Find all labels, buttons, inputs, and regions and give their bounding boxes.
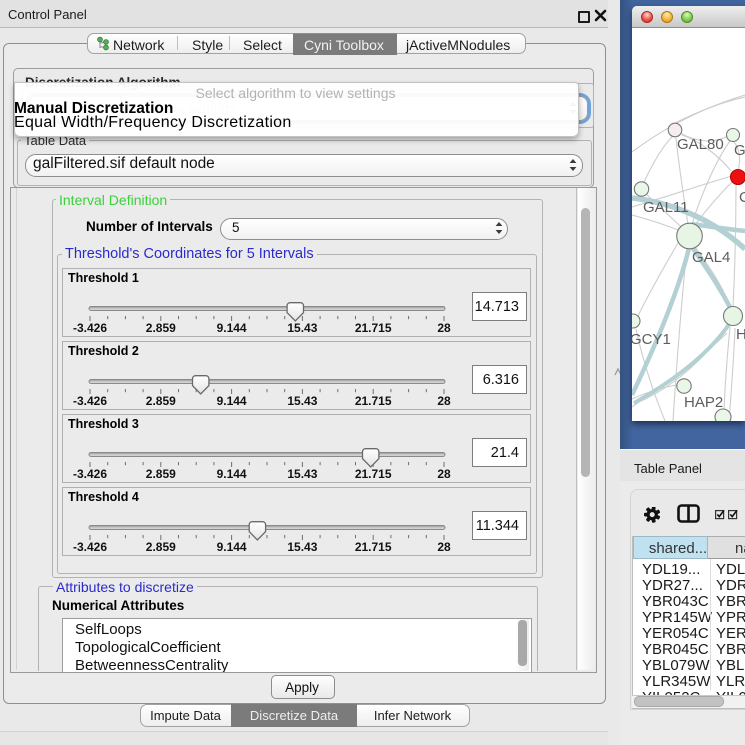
svg-text:GCY1: GCY1 — [632, 331, 671, 348]
svg-text:G.: G. — [734, 142, 745, 159]
svg-text:H: H — [736, 326, 745, 343]
svg-text:GAL11: GAL11 — [643, 199, 689, 216]
svg-text:C: C — [739, 189, 745, 206]
svg-text:GAL4: GAL4 — [692, 249, 730, 266]
svg-text:GAL80: GAL80 — [677, 136, 724, 153]
svg-text:HAP2: HAP2 — [684, 394, 723, 411]
